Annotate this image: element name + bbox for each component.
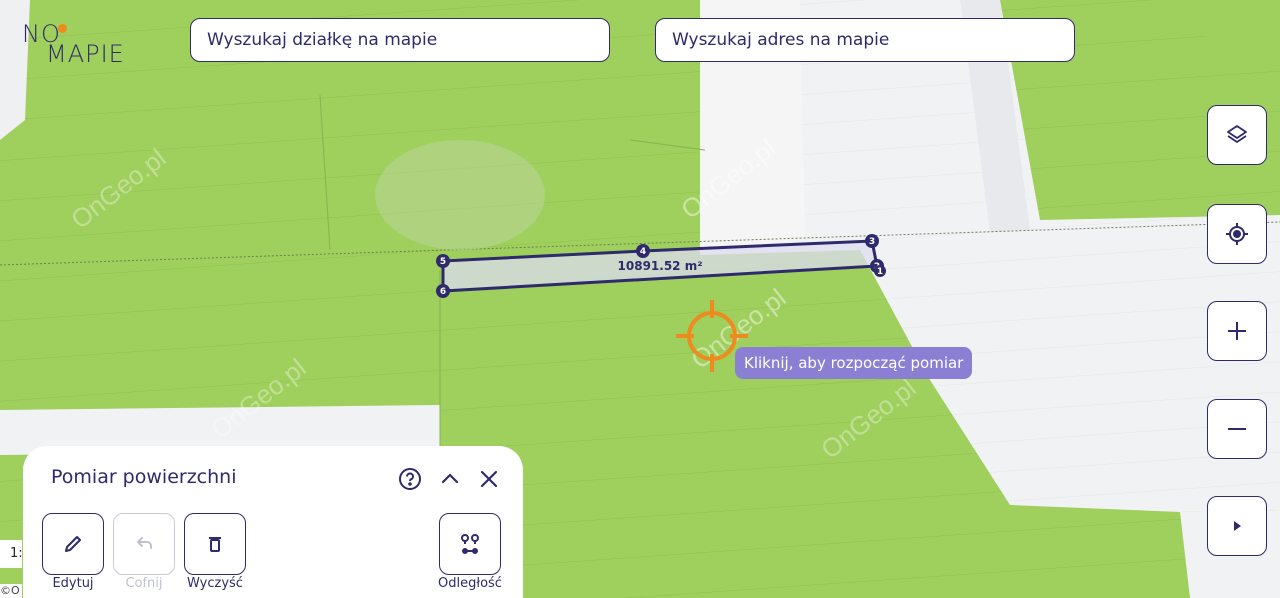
measure-hint-tooltip: Kliknij, aby rozpocząć pomiar <box>735 347 973 379</box>
undo-button[interactable] <box>113 513 175 575</box>
logo-dot <box>58 24 67 33</box>
svg-text:6: 6 <box>440 287 446 297</box>
chevron-up-icon <box>441 473 459 484</box>
locate-button[interactable] <box>1207 204 1267 264</box>
zoom-in-button[interactable] <box>1207 301 1267 361</box>
copyright: ©O <box>0 584 22 598</box>
locate-icon <box>1226 223 1248 245</box>
logo[interactable]: NO MAPIE <box>22 18 152 70</box>
close-button[interactable] <box>476 466 502 492</box>
route-pin-icon <box>461 534 479 554</box>
logo-mapie: MAPIE <box>46 40 125 68</box>
distance-button[interactable] <box>439 513 501 575</box>
help-button[interactable] <box>397 466 423 492</box>
svg-text:3: 3 <box>869 237 875 247</box>
expand-button[interactable] <box>1207 496 1267 556</box>
zoom-out-icon <box>1228 428 1246 430</box>
svg-text:5: 5 <box>440 257 446 267</box>
address-search-input[interactable]: Wyszukaj adres na mapie <box>655 18 1075 62</box>
undo-icon <box>136 537 152 549</box>
undo-label: Cofnij <box>125 576 163 591</box>
edit-label: Edytuj <box>52 576 94 591</box>
close-icon <box>480 470 498 488</box>
clear-button[interactable] <box>184 513 246 575</box>
collapse-button[interactable] <box>437 466 463 492</box>
trash-icon <box>209 537 221 552</box>
layers-icon <box>1227 125 1247 143</box>
panel-title: Pomiar powierzchni <box>51 466 237 488</box>
pencil-icon <box>65 536 81 552</box>
svg-text:4: 4 <box>640 247 646 257</box>
edit-button[interactable] <box>42 513 104 575</box>
expand-icon <box>1234 521 1241 531</box>
zoom-in-icon <box>1228 322 1246 340</box>
layers-button[interactable] <box>1207 105 1267 165</box>
distance-label: Odległość <box>438 576 502 591</box>
zoom-out-button[interactable] <box>1207 399 1267 459</box>
svg-text:1: 1 <box>877 267 883 277</box>
help-icon <box>399 468 421 490</box>
clear-label: Wyczyść <box>187 576 243 591</box>
scale-indicator: 1: <box>0 540 23 568</box>
parcel-search-input[interactable]: Wyszukaj działkę na mapie <box>190 18 610 62</box>
area-label: 10891.52 m² <box>618 259 703 273</box>
area-measurement-panel: Pomiar powierzchni Edytuj Cofnij Wyczyść… <box>23 446 523 598</box>
